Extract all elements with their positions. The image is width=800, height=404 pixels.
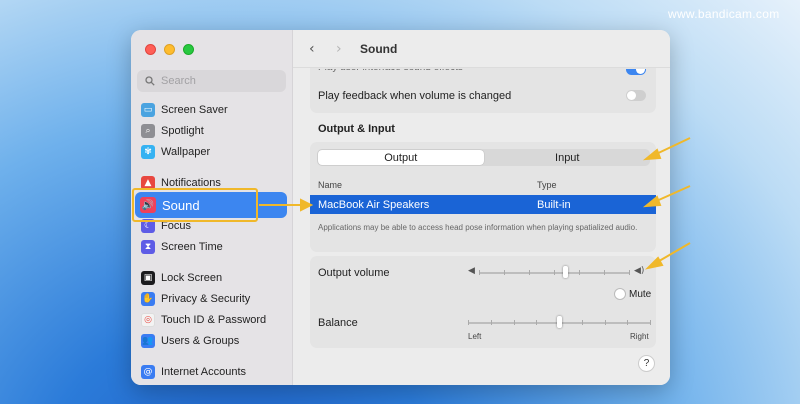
sidebar-item-label: Sound (162, 197, 200, 213)
sidebar-item-label: Lock Screen (161, 272, 223, 284)
section-title: Output & Input (318, 123, 395, 135)
slider-tick (513, 320, 515, 325)
sidebar-item-screen-time[interactable]: ⧗ Screen Time (141, 237, 223, 257)
toolbar: ‹ › Sound (293, 30, 670, 68)
column-header-type: Type (537, 180, 557, 190)
sidebar-item-label: Screen Saver (161, 104, 228, 116)
sidebar-item-privacy-security[interactable]: ✋ Privacy & Security (141, 289, 250, 309)
focus-icon: ☾ (141, 219, 155, 233)
sound-icon: 🔊 (140, 197, 156, 213)
sidebar-item-sound[interactable]: 🔊 Sound (135, 192, 287, 218)
volume-low-icon: ◀ (468, 266, 475, 276)
sidebar-item-lock-screen[interactable]: ▣ Lock Screen (141, 268, 222, 288)
slider-tick (490, 320, 492, 325)
lock-screen-icon: ▣ (141, 271, 155, 285)
sidebar-item-notifications[interactable]: ▲ Notifications (141, 173, 221, 193)
window-controls (145, 44, 194, 55)
sidebar-item-internet-accounts[interactable]: @ Internet Accounts (141, 362, 246, 382)
sidebar-item-label: Users & Groups (161, 335, 240, 347)
screen-time-icon: ⧗ (141, 240, 155, 254)
forward-chevron-icon[interactable]: › (336, 41, 342, 57)
mute-checkbox[interactable] (614, 288, 626, 300)
search-input[interactable] (161, 75, 281, 87)
slider-tick (479, 270, 480, 275)
sidebar-item-users-groups[interactable]: 👥 Users & Groups (141, 331, 239, 351)
volume-knob[interactable] (562, 266, 568, 278)
page-title: Sound (360, 42, 398, 56)
slider-tick (604, 270, 605, 275)
sidebar-item-focus[interactable]: ☾ Focus (141, 216, 191, 236)
zoom-button[interactable] (183, 44, 194, 55)
back-chevron-icon[interactable]: ‹ (309, 41, 315, 57)
slider-tick (579, 270, 580, 275)
sidebar-item-label: Touch ID & Password (161, 314, 267, 326)
output-volume-label: Output volume (318, 267, 390, 279)
slider-tick (581, 320, 583, 325)
touch-id-icon: ◎ (141, 313, 155, 327)
sidebar-item-spotlight[interactable]: ⌕ Spotlight (141, 121, 204, 141)
balance-right-label: Right (630, 332, 649, 341)
slider-tick (604, 320, 606, 325)
sidebar-item-touch-id[interactable]: ◎ Touch ID & Password (141, 310, 266, 330)
device-name: MacBook Air Speakers (318, 199, 430, 211)
slider-tick (650, 320, 651, 325)
search-field[interactable] (137, 70, 286, 92)
slider-tick (554, 270, 555, 275)
mute-label: Mute (629, 289, 652, 300)
settings-window: ▭ Screen Saver ⌕ Spotlight ✾ Wallpaper ▲… (131, 30, 670, 385)
sidebar: ▭ Screen Saver ⌕ Spotlight ✾ Wallpaper ▲… (131, 30, 293, 385)
slider-tick (629, 270, 630, 275)
search-icon (145, 76, 155, 86)
close-button[interactable] (145, 44, 156, 55)
balance-knob[interactable] (557, 316, 562, 328)
balance-left-label: Left (468, 332, 482, 341)
slider-tick (536, 320, 538, 325)
sidebar-item-wallpaper[interactable]: ✾ Wallpaper (141, 142, 210, 162)
sidebar-item-screen-saver[interactable]: ▭ Screen Saver (141, 100, 228, 120)
help-button[interactable]: ? (638, 355, 655, 372)
volume-high-icon: ◀) (634, 266, 645, 276)
slider-tick (504, 270, 505, 275)
users-groups-icon: 👥 (141, 334, 155, 348)
sidebar-item-label: Focus (161, 220, 191, 232)
slider-tick (468, 320, 469, 325)
device-type: Built-in (537, 199, 571, 211)
sidebar-item-label: Wallpaper (161, 146, 211, 158)
internet-accounts-icon: @ (141, 365, 155, 379)
column-header-name: Name (318, 180, 343, 190)
balance-label: Balance (318, 317, 358, 329)
tab-output[interactable]: Output (318, 150, 484, 165)
sidebar-item-label: Screen Time (161, 241, 223, 253)
main-pane: Play user interface sound effects Play f… (293, 30, 670, 385)
sidebar-item-label: Privacy & Security (161, 293, 251, 305)
feedback-toggle[interactable] (626, 90, 646, 101)
spatial-audio-note: Applications may be able to access head … (318, 223, 638, 232)
spotlight-icon: ⌕ (141, 124, 155, 138)
wallpaper-icon: ✾ (141, 145, 155, 159)
tab-input[interactable]: Input (485, 149, 651, 166)
bandicam-watermark: www.bandicam.com (668, 7, 780, 21)
table-row[interactable]: MacBook Air Speakers Built-in (310, 195, 656, 214)
slider-tick (627, 320, 629, 325)
sidebar-item-label: Spotlight (161, 125, 204, 137)
minimize-button[interactable] (164, 44, 175, 55)
sidebar-item-label: Internet Accounts (161, 366, 246, 378)
slider-tick (529, 270, 530, 275)
privacy-hand-icon: ✋ (141, 292, 155, 306)
screen-saver-icon: ▭ (141, 103, 155, 117)
output-input-segmented: Output Input (317, 149, 650, 166)
feedback-label: Play feedback when volume is changed (318, 90, 512, 102)
sidebar-item-label: Notifications (161, 177, 221, 189)
notifications-icon: ▲ (141, 176, 155, 190)
